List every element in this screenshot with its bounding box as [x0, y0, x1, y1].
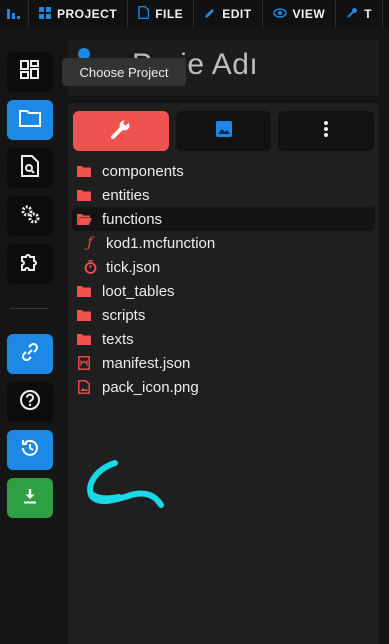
- folder-open-icon: [76, 211, 92, 227]
- file-icon: [138, 5, 150, 22]
- gears-icon: [19, 203, 41, 230]
- link-button[interactable]: [7, 334, 53, 374]
- tree-item-texts[interactable]: texts: [68, 327, 379, 351]
- grid-icon: [39, 6, 51, 22]
- menu-project[interactable]: PROJECT: [29, 0, 129, 28]
- left-sidebar: [0, 42, 60, 644]
- menu-view-label: VIEW: [292, 7, 326, 21]
- menu-view[interactable]: VIEW: [263, 0, 337, 28]
- image-file-icon: [76, 379, 92, 395]
- timer-icon: [82, 259, 98, 275]
- menu-tools-label: T: [364, 7, 373, 21]
- tree-item-label: texts: [102, 330, 134, 348]
- file-search-icon: [21, 154, 39, 182]
- tree-item-label: functions: [102, 210, 163, 228]
- tree-item-kod1[interactable]: ƒ kod1.mcfunction: [68, 231, 379, 255]
- tree-item-loot-tables[interactable]: loot_tables: [68, 279, 379, 303]
- tree-item-pack-icon[interactable]: pack_icon.png: [68, 375, 379, 399]
- extensions-button[interactable]: [7, 244, 53, 284]
- file-search-button[interactable]: [7, 148, 53, 188]
- tree-item-label: components: [102, 162, 184, 180]
- annotation-arrow-icon: [87, 460, 164, 508]
- tooltip: Choose Project: [62, 58, 186, 86]
- eye-icon: [272, 7, 287, 21]
- manifest-icon: [76, 355, 92, 371]
- history-icon: [19, 437, 41, 464]
- app-logo-icon[interactable]: [0, 0, 29, 28]
- link-icon: [19, 341, 41, 368]
- tree-item-label: scripts: [102, 306, 146, 324]
- panel-tabs: [73, 111, 375, 151]
- more-vert-icon: [323, 120, 329, 143]
- help-icon: [19, 389, 41, 416]
- wrench-icon: [346, 7, 358, 22]
- tree-item-label: loot_tables: [102, 282, 175, 300]
- wrench-icon: [109, 117, 133, 146]
- file-tree: components entities functions ƒ kod1.mcf…: [68, 159, 379, 399]
- tree-item-tick[interactable]: tick.json: [68, 255, 379, 279]
- menu-file-label: FILE: [155, 7, 184, 21]
- settings-button[interactable]: [7, 196, 53, 236]
- menu-file[interactable]: FILE: [128, 0, 195, 28]
- folder-icon: [19, 109, 41, 132]
- tree-item-label: pack_icon.png: [102, 378, 199, 396]
- tab-images[interactable]: [175, 111, 272, 151]
- folder-icon: [76, 163, 92, 179]
- explorer-panel: components entities functions ƒ kod1.mcf…: [68, 103, 379, 644]
- history-button[interactable]: [7, 430, 53, 470]
- puzzle-icon: [19, 251, 41, 278]
- menu-edit-label: EDIT: [222, 7, 252, 21]
- folder-icon: [76, 283, 92, 299]
- top-menubar: PROJECT FILE EDIT VIEW T: [0, 0, 389, 28]
- pencil-icon: [204, 7, 216, 22]
- tree-item-entities[interactable]: entities: [68, 183, 379, 207]
- tree-item-manifest[interactable]: manifest.json: [68, 351, 379, 375]
- download-button[interactable]: [7, 478, 53, 518]
- function-icon: ƒ: [87, 235, 93, 251]
- download-icon: [21, 487, 39, 510]
- menu-tools[interactable]: T: [336, 0, 384, 28]
- tree-item-scripts[interactable]: scripts: [68, 303, 379, 327]
- menu-edit[interactable]: EDIT: [194, 0, 263, 28]
- sidebar-divider: [10, 308, 48, 309]
- tree-item-functions[interactable]: functions: [72, 207, 375, 231]
- tree-item-label: tick.json: [106, 258, 161, 276]
- tree-item-components[interactable]: components: [68, 159, 379, 183]
- tab-more[interactable]: [278, 111, 375, 151]
- folder-icon: [76, 187, 92, 203]
- help-button[interactable]: [7, 382, 53, 422]
- file-explorer-button[interactable]: [7, 100, 53, 140]
- folder-icon: [76, 331, 92, 347]
- tab-tools[interactable]: [73, 111, 169, 151]
- image-icon: [215, 120, 233, 143]
- tree-item-label: entities: [102, 186, 150, 204]
- dashboard-button[interactable]: [7, 52, 53, 92]
- menu-project-label: PROJECT: [57, 7, 118, 21]
- tree-item-label: kod1.mcfunction: [106, 234, 216, 252]
- tree-item-label: manifest.json: [102, 354, 191, 372]
- folder-icon: [76, 307, 92, 323]
- dashboard-icon: [20, 59, 40, 85]
